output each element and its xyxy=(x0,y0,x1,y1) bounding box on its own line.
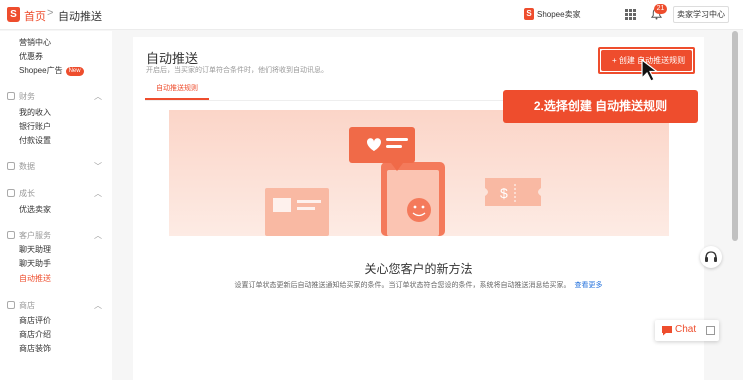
learn-more-link[interactable]: 查看更多 xyxy=(575,282,603,289)
sidebar-section-growth[interactable]: 成长 xyxy=(7,188,35,199)
sidebar-section-customer-service[interactable]: 客户服务 xyxy=(7,230,51,241)
sidebar-item-marketing[interactable]: 营销中心 xyxy=(19,37,51,48)
sidebar-item-payment[interactable]: 付款设置 xyxy=(19,135,51,146)
top-bar: S 首页 > 自动推送 S Shopee卖家 21 卖家学习中心 xyxy=(0,0,743,30)
shopee-logo-icon[interactable]: S xyxy=(7,7,20,22)
chat-button[interactable]: Chat xyxy=(655,320,719,341)
sidebar-item-auto-push[interactable]: 自动推送 xyxy=(19,273,51,284)
seller-logo-icon: S xyxy=(524,8,534,20)
chat-label: Chat xyxy=(675,324,697,335)
chart-icon xyxy=(7,162,15,170)
chevron-up-icon[interactable]: ︿ xyxy=(94,188,102,199)
sidebar-section-data[interactable]: 数据 xyxy=(7,161,35,172)
user-menu-button[interactable]: 卖家学习中心 xyxy=(673,6,729,23)
sidebar: 营销中心 优惠券 Shopee广告 New 财务 ︿ 我的收入 银行账户 付款设置… xyxy=(0,31,112,380)
customer-support-icon[interactable] xyxy=(700,246,722,268)
sidebar-item-vouchers[interactable]: 优惠券 xyxy=(19,51,43,62)
breadcrumb-separator: > xyxy=(47,7,54,19)
page-subtitle: 开启后，当买家的订单符合条件时，他们将收到自动讯息。 xyxy=(146,67,328,74)
mouse-cursor-icon xyxy=(641,58,659,82)
wallet-icon xyxy=(7,92,15,100)
scrollbar[interactable] xyxy=(732,31,738,241)
illustration: $ xyxy=(169,110,669,236)
sidebar-item-ads[interactable]: Shopee广告 New xyxy=(19,65,84,76)
section-description: 设置订单状态更新后自动推送通知给买家的条件。当订单状态符合您设的条件，系统将自动… xyxy=(234,282,603,289)
sidebar-section-shop[interactable]: 商店 xyxy=(7,300,35,311)
section-heading: 关心您客户的新方法 xyxy=(364,262,473,276)
minimize-icon[interactable] xyxy=(706,326,715,335)
instruction-callout: 2.选择创建 自动推送规则 xyxy=(503,90,698,123)
sidebar-item-chat-assistant[interactable]: 聊天助理 xyxy=(19,244,51,255)
main-panel: 自动推送 开启后，当买家的订单符合条件时，他们将收到自动讯息。 + 创建 自动推… xyxy=(133,37,704,380)
chat-illustration-icon: $ xyxy=(265,127,541,236)
svg-text:$: $ xyxy=(500,185,508,201)
tab-auto-push-rules[interactable]: 自动推送规则 xyxy=(145,83,209,100)
new-badge: New xyxy=(65,67,84,76)
seller-label[interactable]: Shopee卖家 xyxy=(537,9,581,20)
sidebar-item-label: Shopee广告 xyxy=(19,66,63,75)
sidebar-item-shop-rating[interactable]: 商店评价 xyxy=(19,315,51,326)
notification-badge: 21 xyxy=(654,4,667,14)
apps-grid-icon[interactable] xyxy=(625,9,636,20)
sidebar-item-shop-profile[interactable]: 商店介绍 xyxy=(19,329,51,340)
chevron-up-icon[interactable]: ︿ xyxy=(94,300,102,311)
chat-bubble-icon xyxy=(662,326,672,336)
sidebar-section-finance[interactable]: 财务 xyxy=(7,91,35,102)
growth-icon xyxy=(7,189,15,197)
service-icon xyxy=(7,231,15,239)
sidebar-item-chat-helper[interactable]: 聊天助手 xyxy=(19,258,51,269)
sidebar-item-shop-decoration[interactable]: 商店装饰 xyxy=(19,343,51,354)
sidebar-item-bank[interactable]: 银行账户 xyxy=(19,121,51,132)
sidebar-item-income[interactable]: 我的收入 xyxy=(19,107,51,118)
sidebar-item-preferred[interactable]: 优选卖家 xyxy=(19,204,51,215)
chevron-down-icon[interactable]: ﹀ xyxy=(94,161,102,172)
chevron-up-icon[interactable]: ︿ xyxy=(94,91,102,102)
breadcrumb-home[interactable]: 首页 xyxy=(24,8,46,24)
shop-icon xyxy=(7,301,15,309)
breadcrumb-current: 自动推送 xyxy=(58,11,102,23)
chevron-up-icon[interactable]: ︿ xyxy=(94,230,102,241)
